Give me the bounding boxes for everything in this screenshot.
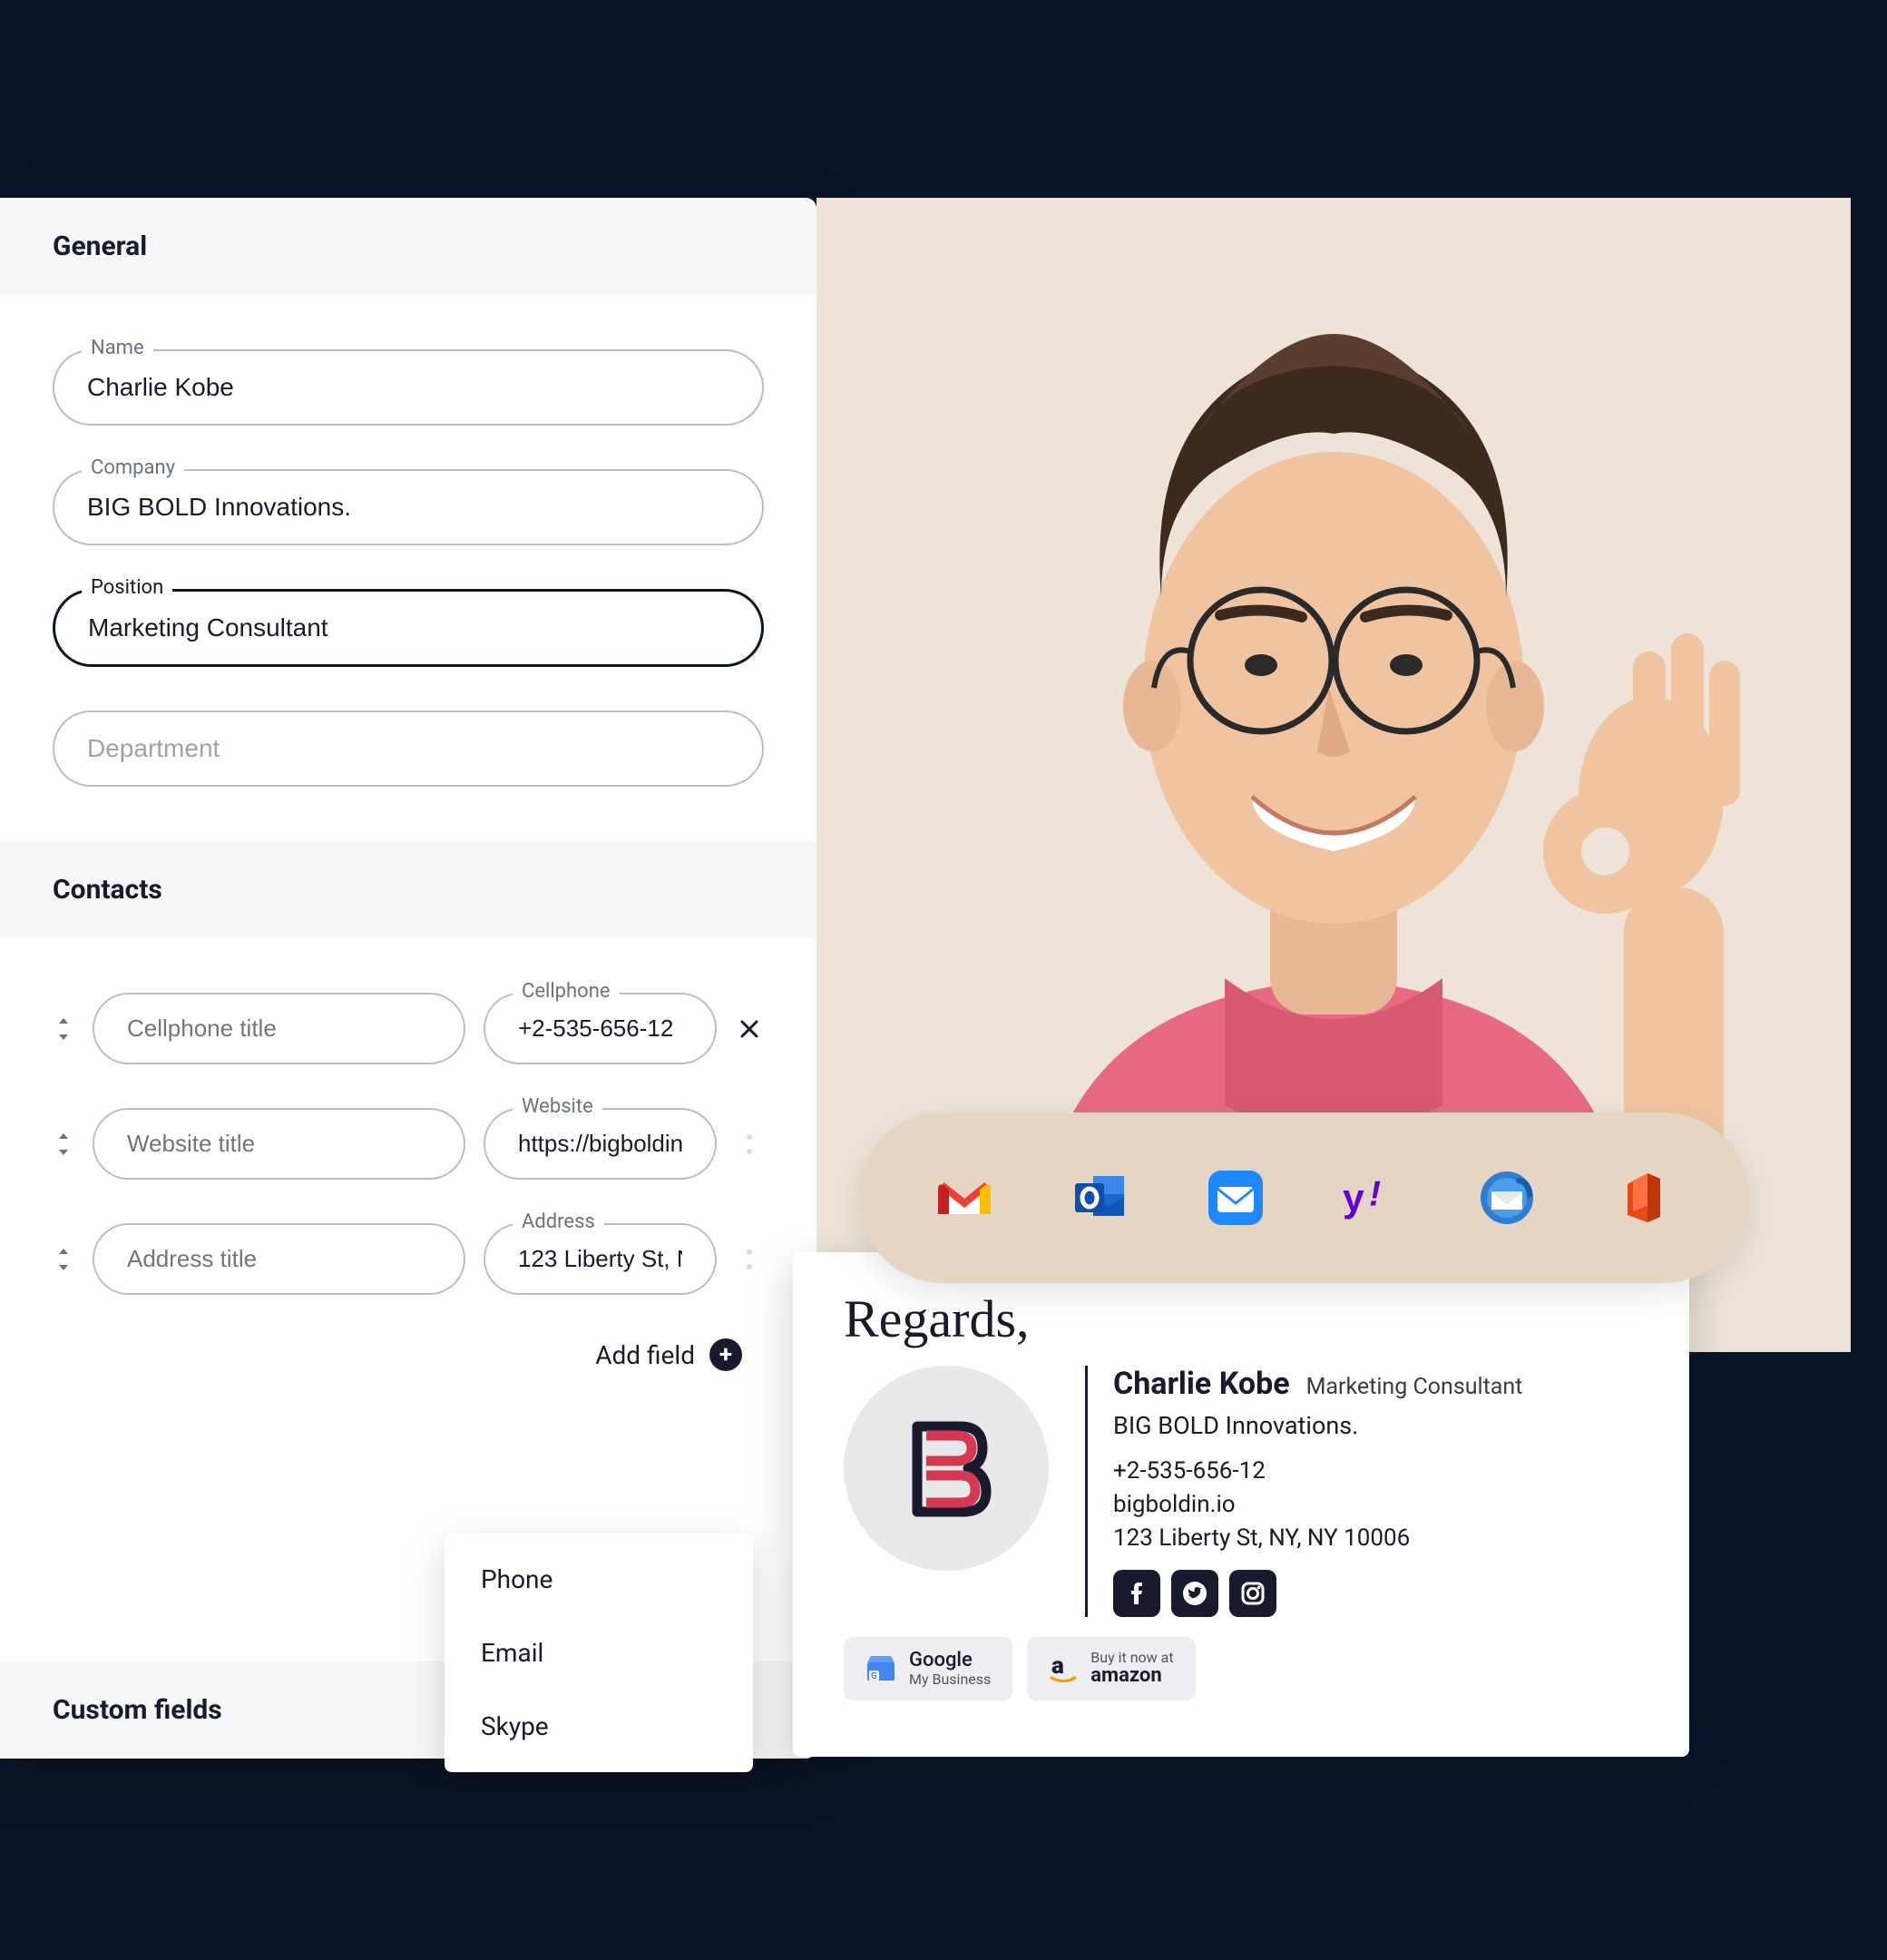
facebook-icon[interactable]: [1113, 1570, 1160, 1617]
position-input[interactable]: [53, 589, 764, 667]
name-label: Name: [82, 337, 153, 359]
department-input[interactable]: [53, 710, 764, 787]
drag-handle-icon[interactable]: [53, 1132, 74, 1157]
address-value-wrap: Address: [484, 1223, 717, 1295]
company-input[interactable]: [53, 469, 764, 545]
website-value-label: Website: [513, 1095, 602, 1118]
outlook-icon[interactable]: [1071, 1169, 1129, 1227]
remove-row-icon[interactable]: [735, 1133, 764, 1155]
amazon-button-top: Buy it now at: [1090, 1650, 1173, 1666]
google-business-button[interactable]: G Google My Business: [844, 1637, 1012, 1700]
website-title-input[interactable]: [93, 1108, 465, 1180]
signature-body: Charlie Kobe Marketing Consultant BIG BO…: [844, 1366, 1638, 1617]
remove-row-icon[interactable]: [735, 1249, 764, 1270]
dropdown-item-phone[interactable]: Phone: [445, 1543, 753, 1616]
website-value-input[interactable]: [484, 1108, 717, 1180]
yahoo-icon[interactable]: y!: [1343, 1169, 1401, 1227]
svg-text:G: G: [871, 1671, 877, 1681]
cellphone-value-input[interactable]: [484, 993, 717, 1064]
svg-text:a: a: [1051, 1653, 1064, 1680]
address-title-input[interactable]: [93, 1223, 465, 1295]
address-value-input[interactable]: [484, 1223, 717, 1295]
signature-position: Marketing Consultant: [1306, 1374, 1523, 1400]
contact-row: Address: [53, 1223, 764, 1295]
signature-website: bigboldin.io: [1113, 1488, 1522, 1522]
signature-cta-buttons: G Google My Business a Buy it now at ama…: [844, 1637, 1638, 1700]
cellphone-value-wrap: Cellphone: [484, 993, 717, 1064]
svg-text:!: !: [1369, 1175, 1381, 1214]
signature-preview: Regards, Charlie Kobe Marketing Consulta…: [793, 1252, 1689, 1757]
address-value-label: Address: [513, 1210, 604, 1233]
signature-logo: [844, 1366, 1049, 1571]
contact-row: Cellphone: [53, 993, 764, 1064]
signature-address: 123 Liberty St, NY, NY 10006: [1113, 1522, 1522, 1555]
thunderbird-icon[interactable]: [1478, 1169, 1536, 1227]
contact-row: Website: [53, 1108, 764, 1180]
website-value-wrap: Website: [484, 1108, 717, 1180]
cellphone-title-input[interactable]: [93, 993, 465, 1064]
company-label: Company: [82, 456, 184, 479]
section-header-general: General: [0, 198, 816, 295]
add-field-button[interactable]: Add field +: [53, 1338, 764, 1371]
google-button-bottom: My Business: [909, 1671, 991, 1688]
general-section: Name Company Position: [0, 295, 816, 841]
gmail-icon[interactable]: [935, 1169, 993, 1227]
office-icon[interactable]: [1614, 1169, 1672, 1227]
amazon-button[interactable]: a Buy it now at amazon: [1027, 1637, 1195, 1700]
plus-icon: +: [709, 1338, 742, 1371]
amazon-icon: a: [1049, 1653, 1078, 1684]
amazon-button-bottom: amazon: [1090, 1665, 1173, 1687]
svg-text:y: y: [1343, 1177, 1364, 1220]
signature-regards: Regards,: [844, 1289, 1638, 1349]
editor-panel: General Name Company Position Contacts C…: [0, 198, 816, 1759]
google-button-top: Google: [909, 1650, 991, 1671]
signature-phone: +2-535-656-12: [1113, 1455, 1522, 1488]
signature-name: Charlie Kobe: [1113, 1366, 1290, 1402]
dropdown-item-skype[interactable]: Skype: [445, 1690, 753, 1763]
company-field-wrap: Company: [53, 469, 764, 545]
add-field-label: Add field: [595, 1340, 695, 1370]
remove-row-icon[interactable]: [735, 1018, 764, 1040]
department-field-wrap: [53, 710, 764, 787]
dropdown-item-email[interactable]: Email: [445, 1616, 753, 1690]
signature-company: BIG BOLD Innovations.: [1113, 1411, 1522, 1440]
twitter-icon[interactable]: [1171, 1570, 1218, 1617]
email-provider-bar: y!: [858, 1112, 1749, 1283]
position-field-wrap: Position: [53, 589, 764, 667]
name-input[interactable]: [53, 349, 764, 426]
cellphone-value-label: Cellphone: [513, 980, 620, 1003]
section-header-contacts: Contacts: [0, 841, 816, 938]
google-business-icon: G: [865, 1653, 896, 1684]
apple-mail-icon[interactable]: [1207, 1169, 1265, 1227]
instagram-icon[interactable]: [1229, 1570, 1276, 1617]
signature-socials: [1113, 1570, 1522, 1617]
position-label: Position: [82, 576, 172, 599]
name-field-wrap: Name: [53, 349, 764, 426]
add-field-dropdown: Phone Email Skype: [445, 1534, 753, 1772]
signature-content: Charlie Kobe Marketing Consultant BIG BO…: [1085, 1366, 1522, 1617]
contacts-section: Cellphone Website: [0, 938, 816, 1426]
drag-handle-icon[interactable]: [53, 1247, 74, 1272]
drag-handle-icon[interactable]: [53, 1016, 74, 1042]
